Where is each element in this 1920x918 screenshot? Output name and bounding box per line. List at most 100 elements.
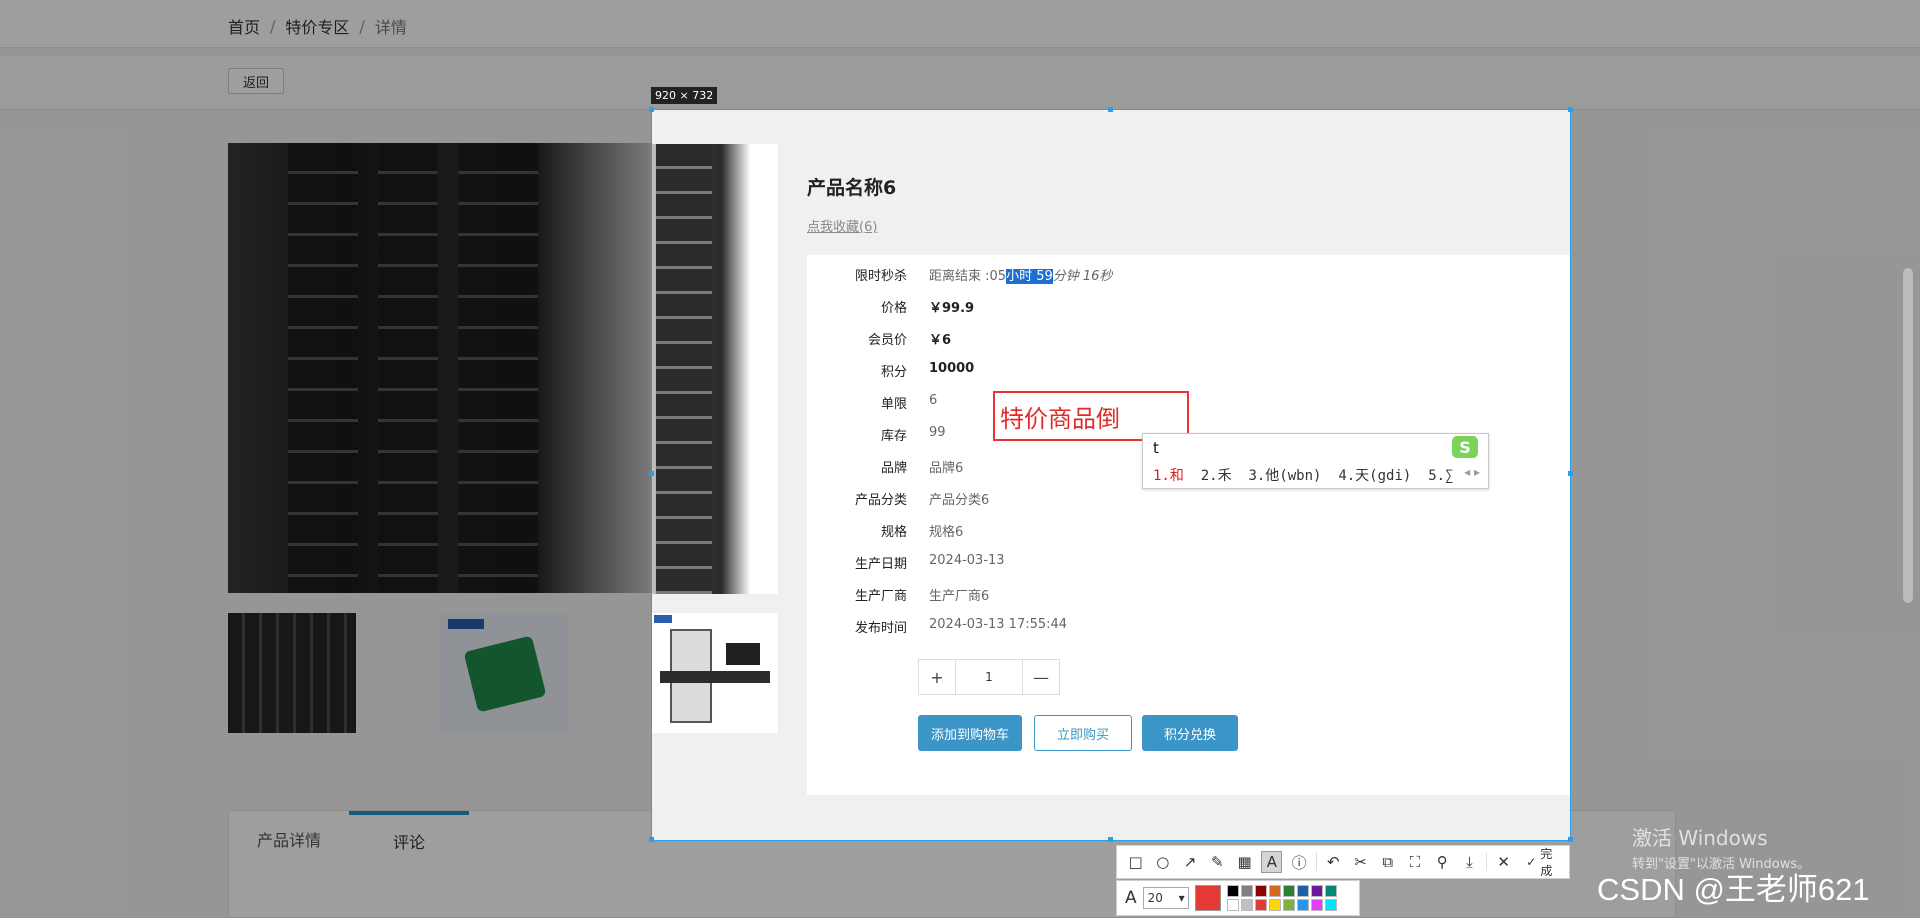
breadcrumb-separator: / xyxy=(270,16,276,36)
pencil-tool-icon[interactable]: ✎ xyxy=(1207,851,1228,873)
info-value: 产品分类6 xyxy=(929,493,990,508)
breadcrumb: 首页 / 特价专区 / 详情 xyxy=(228,14,407,38)
csdn-watermark: CSDN @王老师621 xyxy=(1597,872,1870,907)
ime-candidate[interactable]: 3.他(wbn) xyxy=(1248,468,1321,484)
breadcrumb-home[interactable]: 首页 xyxy=(228,14,260,38)
close-icon[interactable]: ✕ xyxy=(1493,851,1514,873)
info-label: 产品分类 xyxy=(854,493,907,508)
undo-icon[interactable]: ↶ xyxy=(1323,851,1344,873)
product-thumbnail[interactable] xyxy=(228,613,356,733)
color-swatch[interactable] xyxy=(1254,899,1267,911)
color-swatch[interactable] xyxy=(1324,899,1337,911)
info-value: 6 xyxy=(929,393,938,408)
color-swatch[interactable] xyxy=(1324,885,1337,897)
info-value: 10000 xyxy=(929,361,975,376)
color-swatch[interactable] xyxy=(1240,885,1253,897)
chevron-down-icon: ▾ xyxy=(1178,891,1185,905)
arrow-tool-icon[interactable]: ↗ xyxy=(1179,851,1200,873)
color-swatch[interactable] xyxy=(1282,885,1295,897)
breadcrumb-separator: / xyxy=(359,16,365,36)
info-row-member-price: 会员价 ￥6 xyxy=(807,329,1407,349)
ime-logo-icon: S xyxy=(1452,436,1478,458)
mosaic-tool-icon[interactable]: ▦ xyxy=(1234,851,1255,873)
fullscreen-icon[interactable]: ⛶ xyxy=(1404,851,1425,873)
ime-candidate[interactable]: 2.禾 xyxy=(1201,468,1232,484)
color-swatch[interactable] xyxy=(1226,899,1239,911)
color-swatch[interactable] xyxy=(1268,885,1281,897)
color-swatch[interactable] xyxy=(1226,885,1239,897)
ime-candidate[interactable]: 1.和 xyxy=(1153,468,1184,484)
font-size-select[interactable]: 20 ▾ xyxy=(1142,887,1189,909)
action-bar: 返回 xyxy=(0,56,1920,110)
color-swatch[interactable] xyxy=(1310,885,1323,897)
tab-product-detail[interactable]: 产品详情 xyxy=(229,811,349,867)
quantity-decrease-button[interactable]: — xyxy=(1023,660,1059,694)
favorite-link[interactable]: 点我收藏(6) xyxy=(807,216,877,235)
scissors-icon[interactable]: ✂ xyxy=(1350,851,1371,873)
resize-handle[interactable] xyxy=(649,837,654,842)
toolbar-divider xyxy=(1486,853,1488,871)
done-label: 完成 xyxy=(1540,847,1553,878)
info-value: ￥99.9 xyxy=(929,301,975,316)
breadcrumb-current: 详情 xyxy=(374,18,407,37)
quantity-increase-button[interactable]: + xyxy=(919,660,955,694)
color-swatch[interactable] xyxy=(1296,899,1309,911)
pin-icon[interactable]: ⚲ xyxy=(1432,851,1453,873)
info-value: ￥6 xyxy=(929,333,952,348)
product-thumbnail[interactable] xyxy=(652,613,778,733)
breadcrumb-bar: 首页 / 特价专区 / 详情 xyxy=(0,0,1920,48)
text-annotation[interactable]: 特价商品倒 xyxy=(1000,399,1120,434)
capture-size-label: 920 × 732 xyxy=(651,87,718,104)
capture-toolbar: □ ○ ↗ ✎ ▦ A ⓘ ↶ ✂ ⧉ ⛶ ⚲ ⤓ ✕ ✓ 完成 xyxy=(1116,845,1570,879)
current-color-swatch[interactable] xyxy=(1194,885,1221,911)
back-button[interactable]: 返回 xyxy=(228,68,284,94)
page-scrollbar[interactable] xyxy=(1903,268,1913,603)
color-swatch[interactable] xyxy=(1268,899,1281,911)
ime-page-arrows-icon[interactable]: ◂ ▸ xyxy=(1464,465,1480,479)
info-row-manufacturer: 生产厂商 生产厂商6 xyxy=(807,585,1407,605)
copy-icon[interactable]: ⧉ xyxy=(1377,851,1398,873)
info-label: 规格 xyxy=(880,525,907,540)
redeem-points-button[interactable]: 积分兑换 xyxy=(1142,715,1238,751)
text-style-toolbar: A 20 ▾ xyxy=(1116,880,1360,916)
info-label: 单限 xyxy=(880,397,907,412)
number-tool-icon[interactable]: ⓘ xyxy=(1288,851,1309,873)
buy-now-button[interactable]: 立即购买 xyxy=(1034,715,1132,751)
info-value: 2024-03-13 17:55:44 xyxy=(929,617,1068,632)
info-row-production-date: 生产日期 2024-03-13 xyxy=(807,553,1407,573)
ime-candidate[interactable]: 4.天(gdi) xyxy=(1338,468,1411,484)
ime-candidate[interactable]: 5.∑ xyxy=(1428,468,1453,484)
resize-handle[interactable] xyxy=(649,471,654,476)
breadcrumb-section[interactable]: 特价专区 xyxy=(285,14,349,38)
ellipse-tool-icon[interactable]: ○ xyxy=(1152,851,1173,873)
tab-comments[interactable]: 评论 xyxy=(349,811,469,867)
product-thumbnail[interactable] xyxy=(440,613,568,733)
info-label: 会员价 xyxy=(867,333,907,348)
info-row-flash-sale: 限时秒杀 距离结束 :05小时 59分钟 16秒 xyxy=(807,265,1407,285)
ime-composition-text: t xyxy=(1153,439,1159,457)
resize-handle[interactable] xyxy=(1108,837,1113,842)
resize-handle[interactable] xyxy=(1568,837,1573,842)
resize-handle[interactable] xyxy=(1568,471,1573,476)
product-title: 产品名称6 xyxy=(807,177,897,199)
quantity-input[interactable]: 1 xyxy=(955,660,1023,694)
color-swatch[interactable] xyxy=(1296,885,1309,897)
rectangle-tool-icon[interactable]: □ xyxy=(1125,851,1146,873)
download-icon[interactable]: ⤓ xyxy=(1459,851,1480,873)
color-palette xyxy=(1226,885,1337,911)
text-tool-icon[interactable]: A xyxy=(1261,851,1283,873)
quantity-stepper: + 1 — xyxy=(918,659,1060,695)
color-swatch[interactable] xyxy=(1310,899,1323,911)
color-swatch[interactable] xyxy=(1282,899,1295,911)
monitor-image xyxy=(726,643,760,665)
info-row-points: 积分 10000 xyxy=(807,361,1407,381)
resize-handle[interactable] xyxy=(649,107,654,112)
color-swatch[interactable] xyxy=(1240,899,1253,911)
add-to-cart-button[interactable]: 添加到购物车 xyxy=(918,715,1022,751)
ime-candidate-window: t S 1.和 2.禾 3.他(wbn) 4.天(gdi) 5.∑ ◂ ▸ xyxy=(1142,433,1489,489)
resize-handle[interactable] xyxy=(1108,107,1113,112)
done-button[interactable]: ✓ 完成 xyxy=(1520,845,1569,879)
resize-handle[interactable] xyxy=(1568,107,1573,112)
activation-title: 激活 Windows xyxy=(1632,826,1768,850)
color-swatch[interactable] xyxy=(1254,885,1267,897)
